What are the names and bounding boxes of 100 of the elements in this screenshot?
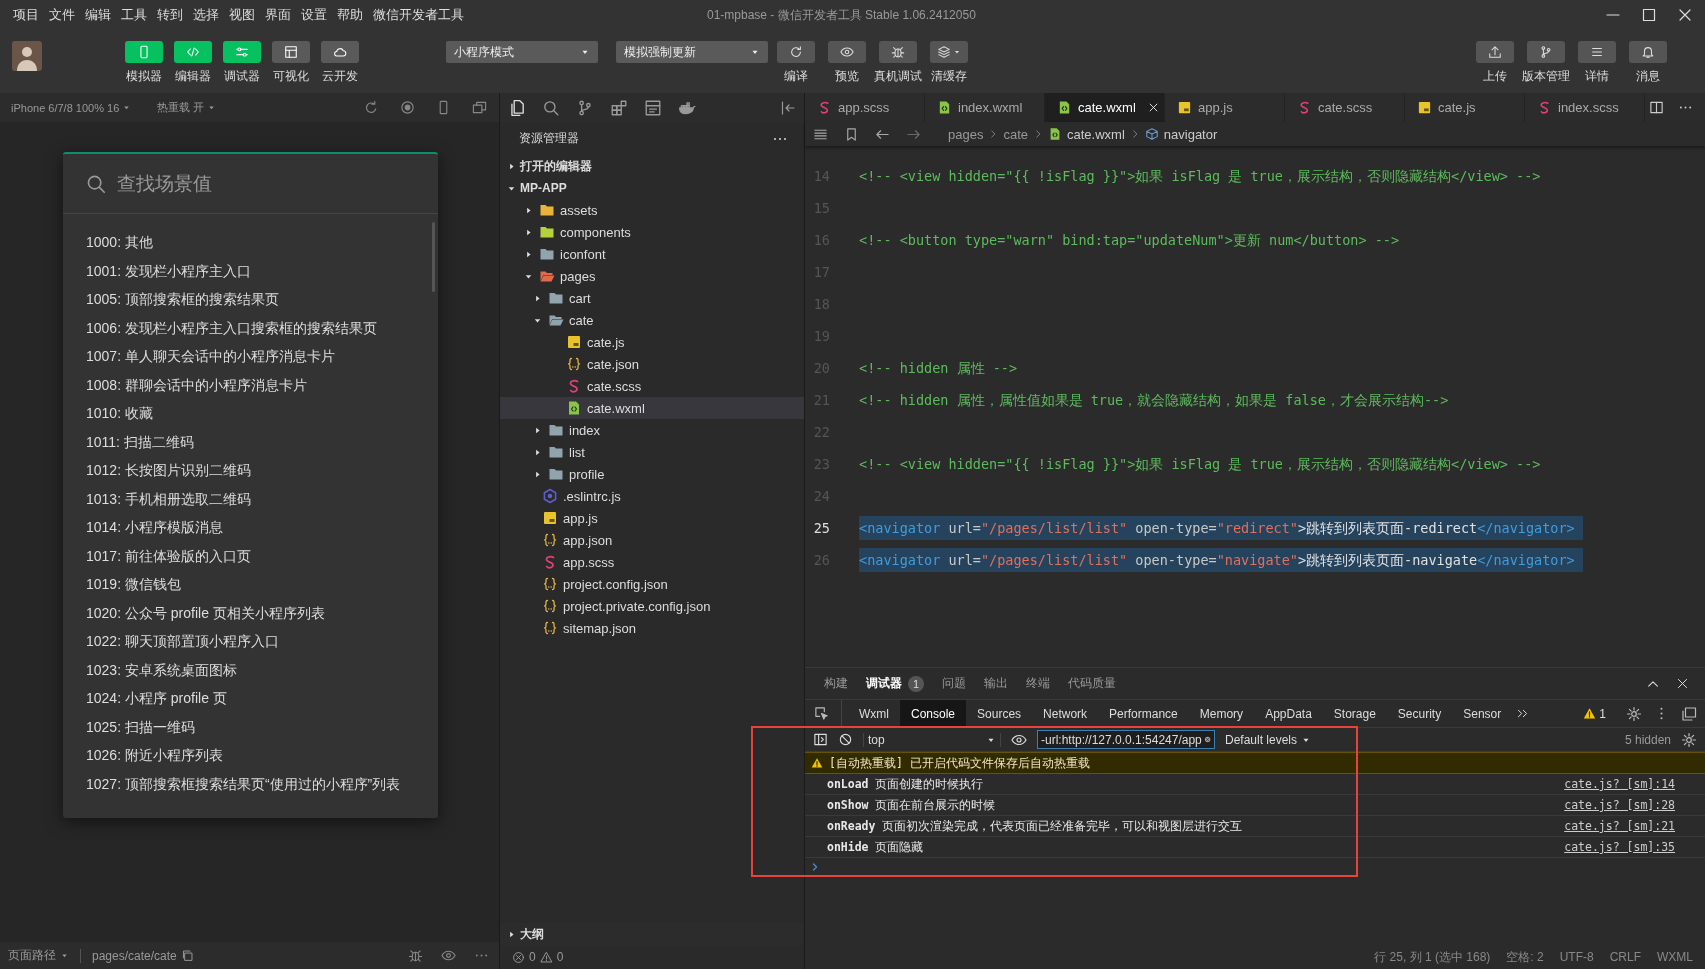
tree-item[interactable]: components xyxy=(500,221,804,243)
error-count[interactable]: 0 xyxy=(529,950,536,964)
scene-item[interactable]: 1022: 聊天顶部置顶小程序入口 xyxy=(86,627,438,656)
tree-item[interactable]: cart xyxy=(500,287,804,309)
panel-toggle[interactable] xyxy=(272,41,310,63)
status-item[interactable]: 行 25, 列 1 (选中 168) xyxy=(1374,948,1491,966)
settings-icon[interactable] xyxy=(1681,731,1697,748)
tree-item[interactable]: cate xyxy=(500,309,804,331)
search-field[interactable]: 查找场景值 xyxy=(117,172,367,195)
tree-item[interactable]: cate.js xyxy=(500,331,804,353)
windows-icon[interactable] xyxy=(472,100,487,115)
scene-item[interactable]: 1005: 顶部搜索框的搜索结果页 xyxy=(86,285,438,314)
error-icon[interactable] xyxy=(512,950,525,964)
panel-tab[interactable]: 问题 xyxy=(942,675,966,692)
panel-tab[interactable]: 代码质量 xyxy=(1068,675,1116,692)
warning-count[interactable]: 1 xyxy=(1599,706,1606,721)
scene-item[interactable]: 1007: 单人聊天会话中的小程序消息卡片 xyxy=(86,342,438,371)
breadcrumb-item[interactable]: cate.wxml xyxy=(1067,126,1125,142)
avatar[interactable] xyxy=(12,41,42,71)
inspect-icon[interactable] xyxy=(814,706,829,721)
menu-item[interactable]: 编辑 xyxy=(80,6,116,24)
scene-item[interactable]: 1026: 附近小程序列表 xyxy=(86,741,438,770)
scene-item[interactable]: 1014: 小程序模版消息 xyxy=(86,513,438,542)
scene-item[interactable]: 1019: 微信钱包 xyxy=(86,570,438,599)
tree-item[interactable]: pages xyxy=(500,265,804,287)
scene-item[interactable]: 1020: 公众号 profile 页相关小程序列表 xyxy=(86,598,438,627)
remote-debug-button[interactable] xyxy=(878,41,917,63)
panel-tab[interactable]: 调试器 1 xyxy=(866,675,924,692)
tree-item[interactable]: cate.wxml xyxy=(500,397,804,419)
devtools-tab[interactable]: Security xyxy=(1386,700,1453,727)
warning-count[interactable]: 0 xyxy=(556,950,564,964)
source-link[interactable]: cate.js? [sm]:14 xyxy=(1564,777,1675,791)
bookmark-icon[interactable] xyxy=(844,126,859,142)
hot-reload-dropdown[interactable]: 热重载 开 xyxy=(157,100,217,115)
source-link[interactable]: cate.js? [sm]:21 xyxy=(1564,819,1675,833)
warning-icon[interactable] xyxy=(539,950,553,964)
preview-button[interactable] xyxy=(827,41,866,63)
status-item[interactable]: WXML xyxy=(1657,950,1693,964)
menu-item[interactable]: 界面 xyxy=(260,6,296,24)
bug-icon[interactable] xyxy=(408,948,423,963)
source-link[interactable]: cate.js? [sm]:28 xyxy=(1564,798,1675,812)
scene-item[interactable]: 1006: 发现栏小程序主入口搜索框的搜索结果页 xyxy=(86,313,438,342)
stop-icon[interactable] xyxy=(400,100,415,115)
panel-tab[interactable]: 构建 xyxy=(824,675,848,692)
page-path-dropdown[interactable]: 页面路径 xyxy=(8,947,56,964)
status-item[interactable]: 空格: 2 xyxy=(1506,948,1544,966)
context-dropdown[interactable]: top xyxy=(863,732,1001,747)
device-dropdown[interactable]: iPhone 6/7/8 100% 16 xyxy=(11,101,132,114)
devtools-tab[interactable]: Wxml xyxy=(848,700,900,727)
scene-item[interactable]: 1027: 顶部搜索框搜索结果页“使用过的小程序”列表 xyxy=(86,769,438,798)
panel-toggle[interactable] xyxy=(125,41,163,63)
menu-item[interactable]: 转到 xyxy=(152,6,188,24)
scene-item[interactable]: 1024: 小程序 profile 页 xyxy=(86,684,438,713)
tree-item[interactable]: cate.scss xyxy=(500,375,804,397)
split-editor-icon[interactable] xyxy=(1649,100,1664,115)
details-button[interactable] xyxy=(1578,41,1616,63)
mode-dropdown[interactable]: 小程序模式 xyxy=(446,41,598,63)
compile-mode-dropdown[interactable]: 模拟强制更新 xyxy=(616,41,768,63)
more-tabs-icon[interactable] xyxy=(1516,707,1530,720)
settings-icon[interactable] xyxy=(1626,705,1642,722)
clear-cache-button[interactable] xyxy=(929,41,968,63)
scene-item[interactable]: 1025: 扫描一维码 xyxy=(86,712,438,741)
copy-icon[interactable] xyxy=(180,949,194,962)
panel-tab[interactable]: 终端 xyxy=(1026,675,1050,692)
search-icon[interactable] xyxy=(542,98,560,117)
menu-item[interactable]: 工具 xyxy=(116,6,152,24)
tree-item[interactable]: project.config.json xyxy=(500,573,804,595)
menu-item[interactable]: 项目 xyxy=(8,6,44,24)
scene-item[interactable]: 1008: 群聊会话中的小程序消息卡片 xyxy=(86,370,438,399)
devtools-tab[interactable]: Sources xyxy=(966,700,1033,727)
devtools-tab[interactable]: Memory xyxy=(1188,700,1255,727)
devtools-tab[interactable]: AppData xyxy=(1254,700,1323,727)
extensions-icon[interactable] xyxy=(610,98,628,117)
panel-toggle[interactable] xyxy=(174,41,212,63)
template-icon[interactable] xyxy=(644,98,662,117)
editor-tab[interactable]: cate.wxml xyxy=(1045,93,1165,122)
clear-console-icon[interactable] xyxy=(838,732,853,747)
rotate-icon[interactable] xyxy=(364,100,379,115)
tree-item[interactable]: assets xyxy=(500,199,804,221)
collapse-panel-icon[interactable] xyxy=(780,99,796,116)
scene-item[interactable]: 1012: 长按图片识别二维码 xyxy=(86,456,438,485)
section-header[interactable]: 打开的编辑器 xyxy=(500,155,804,177)
menu-item[interactable]: 文件 xyxy=(44,6,80,24)
scene-item[interactable]: 1011: 扫描二维码 xyxy=(86,427,438,456)
filter-field[interactable]: -url:http://127.0.0.1:54247/app xyxy=(1037,730,1215,749)
files-icon[interactable] xyxy=(508,98,526,117)
tree-item[interactable]: .eslintrc.js xyxy=(500,485,804,507)
scene-item[interactable]: 1001: 发现栏小程序主入口 xyxy=(86,256,438,285)
scene-item[interactable]: 1013: 手机相册选取二维码 xyxy=(86,484,438,513)
devtools-tab[interactable]: Network xyxy=(1032,700,1099,727)
section-header[interactable]: MP-APP xyxy=(500,177,804,199)
scene-item[interactable]: 1023: 安卓系统桌面图标 xyxy=(86,655,438,684)
tree-item[interactable]: list xyxy=(500,441,804,463)
messages-button[interactable] xyxy=(1629,41,1667,63)
compile-button[interactable] xyxy=(776,41,815,63)
tree-item[interactable]: project.private.config.json xyxy=(500,595,804,617)
tree-item[interactable]: cate.json xyxy=(500,353,804,375)
tree-item[interactable]: profile xyxy=(500,463,804,485)
tree-item[interactable]: app.json xyxy=(500,529,804,551)
sidebar-icon[interactable] xyxy=(813,732,828,747)
